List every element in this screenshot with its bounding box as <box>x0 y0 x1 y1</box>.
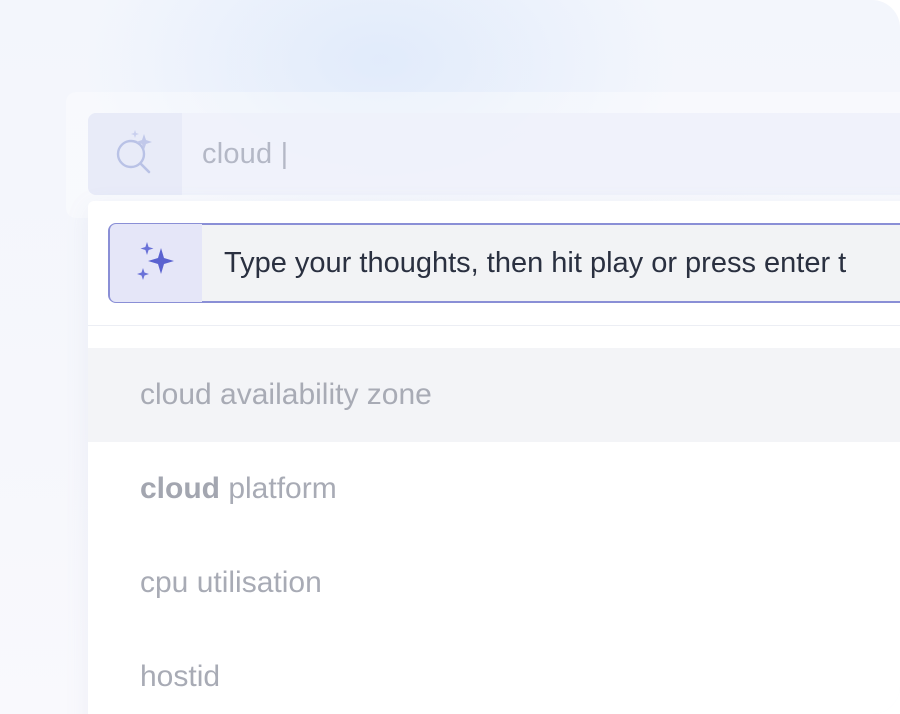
suggestion-text: hostid <box>140 660 221 693</box>
ai-prompt-area: Type your thoughts, then hit play or pre… <box>88 201 900 326</box>
suggestion-dropdown: Type your thoughts, then hit play or pre… <box>88 201 900 714</box>
suggestion-item[interactable]: cloud platform <box>88 442 900 536</box>
search-input[interactable]: cloud | <box>202 138 288 171</box>
sparkles-icon <box>110 224 202 302</box>
app-frame: cloud | Type your thoughts, then hit pla… <box>0 0 900 714</box>
ai-prompt-placeholder: Type your thoughts, then hit play or pre… <box>224 246 847 279</box>
suggestion-item[interactable]: cpu utilisation <box>88 536 900 630</box>
suggestion-text: cloud availability zone <box>140 378 432 411</box>
suggestion-item[interactable]: hostid <box>88 630 900 714</box>
suggestion-item[interactable]: cloud availability zone <box>88 348 900 442</box>
suggestion-text: cpu utilisation <box>140 566 322 599</box>
suggestion-match: cloud <box>140 472 220 505</box>
suggestion-list: cloud availability zone cloud platform c… <box>88 348 900 714</box>
ai-search-icon[interactable] <box>88 113 182 195</box>
suggestion-text: platform <box>220 472 337 505</box>
search-bar[interactable]: cloud | <box>88 113 900 195</box>
ai-prompt-input[interactable]: Type your thoughts, then hit play or pre… <box>108 223 900 303</box>
